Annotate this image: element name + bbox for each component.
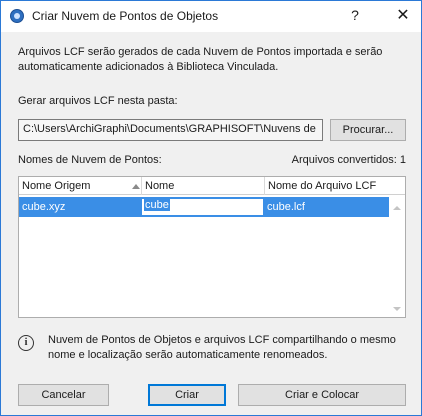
column-header-origin-name[interactable]: Nome Origem bbox=[19, 177, 141, 195]
description-text: Arquivos LCF serão gerados de cada Nuvem… bbox=[18, 46, 383, 73]
table-header: Nome Origem Nome Nome do Arquivo LCF bbox=[19, 177, 405, 195]
dialog-footer: Cancelar Criar Criar e Colocar bbox=[1, 375, 421, 415]
sort-ascending-icon bbox=[132, 184, 140, 189]
create-button[interactable]: Criar bbox=[148, 384, 226, 406]
archicad-app-icon bbox=[10, 9, 24, 23]
title-bar: Criar Nuvem de Pontos de Objetos ? ✕ bbox=[1, 1, 421, 32]
column-header-lcf-file-name[interactable]: Nome do Arquivo LCF bbox=[264, 177, 387, 195]
scroll-up-arrow-icon[interactable] bbox=[393, 206, 401, 210]
table-row[interactable]: cube.xyz cube cube.lcf bbox=[19, 197, 389, 217]
info-icon: i bbox=[18, 335, 34, 351]
window-title: Criar Nuvem de Pontos de Objetos bbox=[32, 9, 219, 23]
lcf-file-name-cell: cube.lcf bbox=[267, 201, 305, 213]
folder-label: Gerar arquivos LCF nesta pasta: bbox=[18, 95, 178, 107]
vertical-scrollbar[interactable] bbox=[389, 196, 405, 317]
dialog-window: Criar Nuvem de Pontos de Objetos ? ✕ Arq… bbox=[0, 0, 422, 416]
browse-button[interactable]: Procurar... bbox=[330, 119, 406, 141]
column-header-name[interactable]: Nome bbox=[141, 177, 264, 195]
point-cloud-names-label: Nomes de Nuvem de Pontos: bbox=[18, 154, 162, 166]
cancel-button[interactable]: Cancelar bbox=[18, 384, 109, 406]
folder-path-field[interactable]: C:\Users\ArchiGraphi\Documents\GRAPHISOF… bbox=[18, 119, 323, 141]
close-button[interactable]: ✕ bbox=[395, 5, 411, 25]
name-edit-field[interactable]: cube bbox=[141, 198, 264, 216]
create-and-place-button[interactable]: Criar e Colocar bbox=[238, 384, 406, 406]
converted-count: Arquivos convertidos: 1 bbox=[291, 154, 406, 166]
scroll-down-arrow-icon[interactable] bbox=[393, 307, 401, 311]
origin-name-cell: cube.xyz bbox=[22, 201, 66, 213]
help-button[interactable]: ? bbox=[347, 7, 363, 23]
info-message: Nuvem de Pontos de Objetos e arquivos LC… bbox=[48, 334, 396, 361]
point-cloud-table: Nome Origem Nome Nome do Arquivo LCF cub… bbox=[18, 176, 406, 318]
selected-name-text: cube bbox=[144, 199, 170, 211]
